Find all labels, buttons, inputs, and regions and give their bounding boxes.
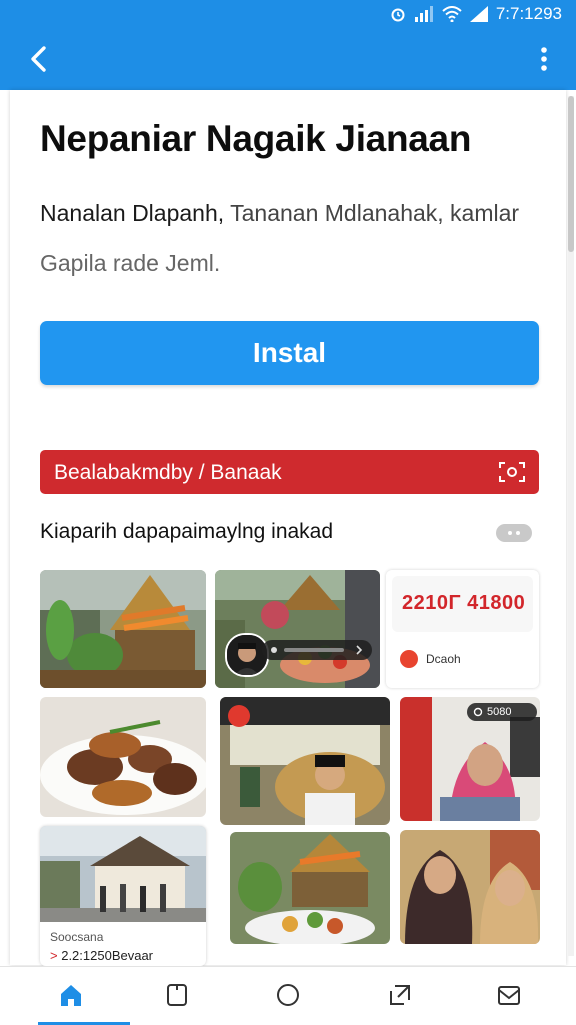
news-price-value: 2.2:1250Bevaar [61, 948, 154, 963]
description-part-a: Nanalan Dlapanh, [40, 200, 225, 226]
section-title: Kiaparih dapapaimaylng inakad [40, 520, 334, 543]
scrollbar-thumb[interactable] [568, 96, 574, 252]
banner-label: Bealabakmdby / Banaak [54, 461, 282, 484]
tag-badge: 5080 [467, 703, 537, 721]
tile-women-group[interactable] [400, 830, 540, 944]
app-description-line2: Gapila rade Jeml. [40, 250, 221, 276]
alarm-icon [391, 8, 405, 22]
install-button[interactable]: Instal [40, 321, 539, 385]
scan-icon [499, 462, 525, 482]
promo-subtitle: Dcaoh [426, 652, 461, 666]
tablet-icon [167, 984, 187, 1006]
nav-share[interactable] [386, 981, 414, 1009]
pin-icon [271, 645, 363, 655]
app-title: Nepaniar Nagaik Jianaan [40, 118, 472, 159]
nav-home[interactable] [57, 981, 85, 1009]
tile-vegetable-market[interactable] [40, 570, 206, 688]
arrow-icon: > [50, 948, 58, 963]
tile-food-plate[interactable] [40, 697, 206, 817]
category-banner[interactable]: Bealabakmdby / Banaak [40, 450, 539, 494]
wifi-icon [442, 6, 462, 22]
promo-card[interactable]: 2210Γ 41800 Dcaoh [386, 570, 539, 688]
promo-value: 2210Γ 41800 [402, 592, 526, 614]
status-icons: 7:7:1293 [390, 2, 562, 26]
more-vert-icon [541, 47, 547, 71]
description-part-b: Tananan Mdlanahak, kamlar [224, 200, 520, 226]
signal-icon [414, 6, 433, 22]
app-description-line1: Nanalan Dlapanh, Tananan Mdlanahak, kaml… [40, 200, 550, 227]
tag-icon [400, 650, 418, 668]
back-arrow-icon [31, 46, 46, 72]
tag-label: 5080 [487, 706, 512, 718]
status-time: 7:7:1293 [495, 4, 562, 23]
nav-library[interactable] [163, 981, 191, 1009]
more-horiz-icon[interactable] [496, 524, 532, 542]
gear-icon [473, 707, 483, 717]
record-icon [228, 705, 250, 727]
news-name: Soocsana [50, 930, 104, 944]
news-card[interactable]: Soocsana > 2.2:1250Bevaar [40, 826, 206, 966]
nav-mail[interactable] [495, 981, 523, 1009]
circle-icon [277, 984, 299, 1006]
cell-signal-icon [469, 6, 488, 22]
home-icon [61, 985, 81, 1006]
mail-icon [498, 986, 520, 1005]
share-icon [390, 985, 410, 1005]
nav-circle[interactable] [274, 981, 302, 1009]
install-label: Instal [252, 337, 327, 368]
app-bar [0, 28, 576, 90]
profile-strip [262, 640, 372, 660]
news-price: > 2.2:1250Bevaar [50, 948, 153, 963]
tile-market-produce[interactable] [230, 832, 390, 944]
bottom-nav [0, 966, 576, 1025]
status-bar: 7:7:1293 [0, 0, 576, 28]
back-button[interactable] [22, 42, 56, 76]
overflow-menu-button[interactable] [534, 42, 554, 76]
